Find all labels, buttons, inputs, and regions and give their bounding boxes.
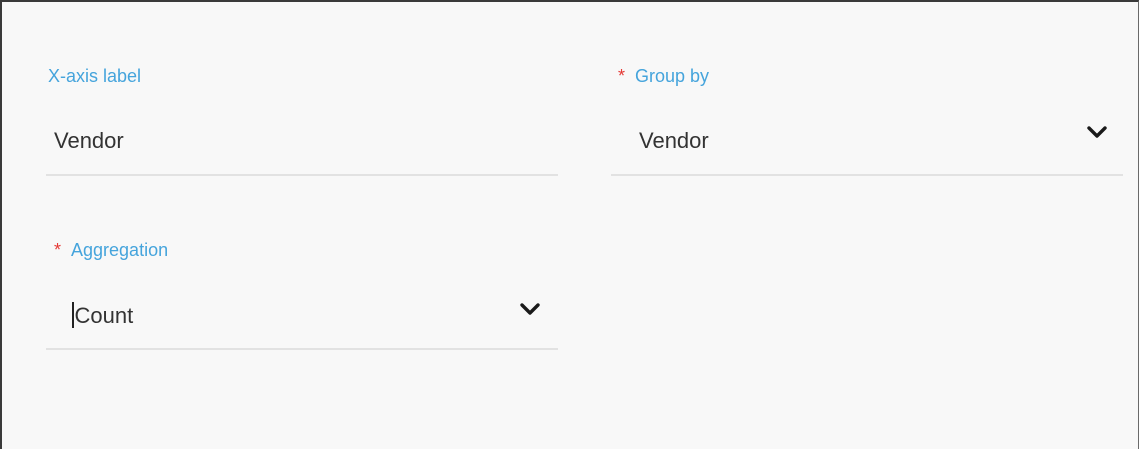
- xaxis-label-input[interactable]: Vendor: [54, 128, 124, 154]
- aggregation-label: * Aggregation: [54, 240, 168, 261]
- aggregation-select[interactable]: Count: [72, 302, 133, 329]
- text-cursor: [72, 302, 74, 328]
- aggregation-label-text: Aggregation: [71, 240, 169, 260]
- xaxis-label-label-text: X-axis label: [48, 66, 142, 86]
- aggregation-underline: [46, 348, 558, 350]
- xaxis-label-value: Vendor: [54, 128, 124, 153]
- xaxis-label-label: X-axis label: [48, 66, 141, 87]
- group-by-value: Vendor: [639, 128, 709, 153]
- chevron-down-icon[interactable]: [1086, 125, 1108, 139]
- group-by-required-mark: *: [618, 66, 626, 86]
- xaxis-label-underline: [46, 174, 558, 176]
- group-by-label-text: Group by: [635, 66, 710, 86]
- aggregation-field: * Aggregation Count: [46, 240, 558, 352]
- group-by-select[interactable]: Vendor: [639, 128, 709, 154]
- aggregation-value: Count: [74, 303, 134, 328]
- group-by-label: * Group by: [618, 66, 709, 87]
- group-by-underline: [611, 174, 1123, 176]
- group-by-field: * Group by Vendor: [611, 66, 1123, 178]
- chevron-down-icon[interactable]: [519, 302, 541, 316]
- aggregation-required-mark: *: [54, 240, 62, 260]
- xaxis-label-field: X-axis label Vendor: [46, 66, 558, 178]
- chart-settings-panel: X-axis label Vendor * Group by Vendor * Ag…: [0, 0, 1139, 449]
